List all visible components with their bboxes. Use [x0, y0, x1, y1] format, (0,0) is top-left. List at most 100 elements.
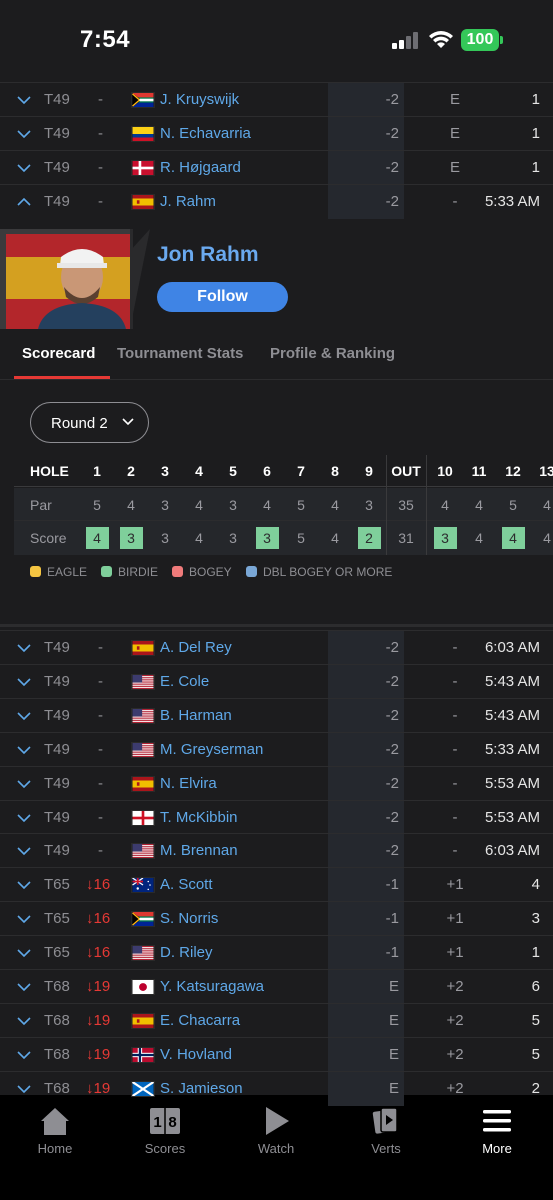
leaderboard-row[interactable]: T49- J. Kruyswijk -2 E 1	[0, 82, 553, 117]
player-name-link[interactable]: V. Hovland	[160, 1046, 232, 1063]
position-change: ↓16	[86, 876, 111, 894]
player-name-link[interactable]: B. Harman	[160, 707, 232, 724]
scorecard-table: HOLE 1 2 3 4 5 6 7 8 9 OUT 10 11 12 13 Par 5434345433…	[14, 455, 553, 555]
battery-indicator: 100	[461, 29, 499, 51]
player-name-link[interactable]: S. Norris	[160, 910, 218, 927]
chevron-down-icon[interactable]	[16, 160, 32, 176]
follow-button[interactable]: Follow	[157, 282, 288, 312]
hole-number: 7	[297, 463, 305, 479]
leaderboard-row[interactable]: T68 ↓19 V. Hovland E +2 5	[0, 1036, 553, 1072]
chevron-down-icon[interactable]	[16, 843, 32, 859]
column-separator	[426, 455, 427, 555]
chevron-up-icon[interactable]	[16, 194, 32, 210]
tab-verts[interactable]: Verts	[331, 1095, 441, 1175]
menu-icon	[483, 1110, 511, 1132]
chevron-down-icon[interactable]	[16, 1013, 32, 1029]
player-name-link[interactable]: D. Riley	[160, 944, 213, 961]
chevron-down-icon[interactable]	[16, 979, 32, 995]
chevron-down-icon[interactable]	[16, 911, 32, 927]
tab-more[interactable]: More	[442, 1095, 552, 1175]
chevron-down-icon[interactable]	[16, 1047, 32, 1063]
hole-number: 5	[229, 463, 237, 479]
leaderboard-row[interactable]: T49- N. Elvira -2-5:53 AM	[0, 765, 553, 801]
chevron-down-icon[interactable]	[16, 810, 32, 826]
player-name-link[interactable]: T. McKibbin	[160, 809, 238, 826]
player-name-link[interactable]: N. Elvira	[160, 775, 217, 792]
player-name-link[interactable]: M. Brennan	[160, 842, 238, 859]
score-birdie: 4	[501, 527, 525, 549]
chevron-down-icon[interactable]	[16, 877, 32, 893]
player-name-link[interactable]: E. Chacarra	[160, 1012, 240, 1029]
leaderboard-row[interactable]: T68 ↓19 E. Chacarra E +2 5	[0, 1002, 553, 1038]
par-value: 3	[161, 497, 169, 513]
leaderboard-row[interactable]: T49- E. Cole -2-5:43 AM	[0, 663, 553, 699]
position-change: -	[98, 706, 103, 724]
chevron-down-icon[interactable]	[16, 640, 32, 656]
cellular-signal-icon	[392, 31, 420, 49]
score-value: 5	[297, 530, 305, 546]
tab-profile-ranking[interactable]: Profile & Ranking	[270, 345, 395, 362]
leaderboard-row[interactable]: T68 ↓19 Y. Katsuragawa E +2 6	[0, 969, 553, 1004]
chevron-down-icon[interactable]	[16, 1081, 32, 1097]
position: T49	[44, 672, 70, 690]
chevron-down-icon[interactable]	[16, 126, 32, 142]
thru-or-tee-time: 1	[531, 125, 540, 142]
leaderboard-row[interactable]: T49- R. Højgaard -2 E 1	[0, 150, 553, 185]
round-select[interactable]: Round 2	[30, 402, 149, 443]
position: T68	[44, 1045, 70, 1063]
par-value: 5	[297, 497, 305, 513]
country-flag-es	[131, 194, 155, 210]
player-name-link[interactable]: M. Greyserman	[160, 741, 263, 758]
score-value: 4	[543, 530, 551, 546]
player-name-link[interactable]: E. Cole	[160, 673, 209, 690]
player-name-link[interactable]: N. Echavarria	[160, 125, 251, 142]
position-change: -	[98, 774, 103, 792]
player-name-link[interactable]: J. Kruyswijk	[160, 91, 239, 108]
player-name-link[interactable]: R. Højgaard	[160, 159, 241, 176]
chevron-down-icon[interactable]	[16, 708, 32, 724]
score-row-label: Score	[30, 530, 67, 546]
player-name-link[interactable]: A. Scott	[160, 876, 213, 893]
chevron-down-icon[interactable]	[16, 92, 32, 108]
player-name-link[interactable]: A. Del Rey	[160, 639, 232, 656]
leaderboard-row[interactable]: T49- A. Del Rey -2-6:03 AM	[0, 630, 553, 665]
player-name-link[interactable]: S. Jamieson	[160, 1080, 243, 1097]
leaderboard-row[interactable]: T49- M. Greyserman -2-5:33 AM	[0, 731, 553, 767]
leaderboard-row[interactable]: T65 ↓16 S. Norris -1 +1 3	[0, 901, 553, 937]
leaderboard-row[interactable]: T49- J. Rahm -2-5:33 AM	[0, 184, 553, 219]
score-birdie: 3	[255, 527, 279, 549]
par-value: 4	[543, 497, 551, 513]
leaderboard-row[interactable]: T49- N. Echavarria -2 E 1	[0, 116, 553, 151]
thru-or-tee-time: 5	[531, 1011, 540, 1029]
country-flag-us	[131, 673, 155, 690]
country-flag-us	[131, 945, 155, 962]
leaderboard-row[interactable]: T68 ↓19 S. Jamieson E +2 2	[0, 1070, 553, 1106]
tab-home[interactable]: Home	[0, 1095, 110, 1175]
legend-swatch	[101, 566, 112, 577]
leaderboard-row[interactable]: T49- B. Harman -2-5:43 AM	[0, 697, 553, 733]
arrow-down-icon: ↓	[86, 944, 94, 962]
tab-scorecard[interactable]: Scorecard	[22, 345, 95, 362]
thru-or-tee-time: 6	[531, 978, 540, 995]
chevron-down-icon[interactable]	[16, 674, 32, 690]
tab-watch-label: Watch	[257, 1141, 295, 1156]
player-name-link[interactable]: J. Rahm	[160, 193, 216, 210]
thru-or-tee-time: 1	[531, 944, 540, 962]
tab-scores[interactable]: 18 Scores	[110, 1095, 220, 1175]
leaderboard-row[interactable]: T49- M. Brennan -2-6:03 AM	[0, 833, 553, 869]
round-select-label: Round 2	[51, 415, 108, 432]
leaderboard-row[interactable]: T65 ↓16 D. Riley -1 +1 1	[0, 935, 553, 971]
leaderboard-row[interactable]: T49- T. McKibbin -2-5:53 AM	[0, 799, 553, 835]
total-score: -2	[385, 706, 399, 724]
chevron-down-icon[interactable]	[16, 776, 32, 792]
chevron-down-icon[interactable]	[16, 945, 32, 961]
position-change: ↓16	[86, 910, 111, 928]
leaderboard-row[interactable]: T65 ↓16 A. Scott -1 +1 4	[0, 867, 553, 903]
hole-number: 6	[263, 463, 271, 479]
chevron-down-icon[interactable]	[16, 742, 32, 758]
player-name-link[interactable]: Y. Katsuragawa	[160, 978, 264, 995]
tab-watch[interactable]: Watch	[221, 1095, 331, 1175]
position: T49	[44, 125, 70, 142]
position-change: -	[98, 842, 103, 860]
tab-tournament-stats[interactable]: Tournament Stats	[117, 345, 243, 362]
